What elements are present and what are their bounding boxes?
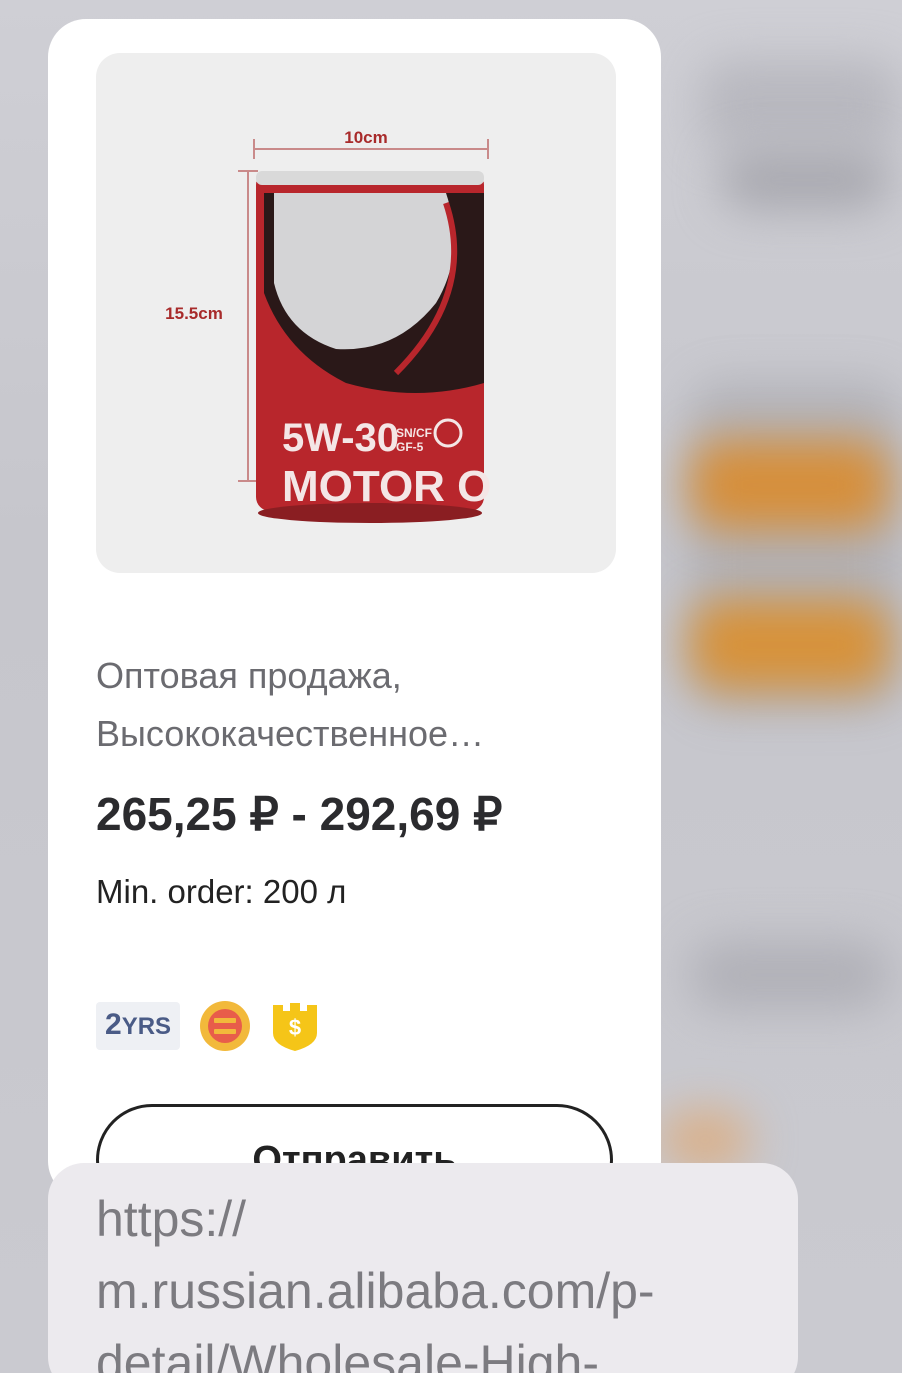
price-range: 265,25 ₽ - 292,69 ₽ <box>96 788 503 840</box>
link-url-line: https:// <box>96 1191 247 1247</box>
viscosity-label: 5W-30 <box>282 416 399 460</box>
blurred-shape <box>660 1110 750 1170</box>
link-preview-panel[interactable]: https:// m.russian.alibaba.com/p- detail… <box>48 1163 798 1373</box>
spec-label-top: SN/CF <box>396 426 432 440</box>
blurred-shape <box>690 940 890 1010</box>
blurred-shape <box>690 600 890 690</box>
product-preview-card[interactable]: 10cm 15.5cm 5W-30 SN/CF GF-5 MOTOR O Опт… <box>48 19 661 1199</box>
blurred-shape <box>700 60 900 150</box>
product-title-line: Оптовая продажа, <box>96 655 402 696</box>
supplier-badges: 2YRS $ <box>96 999 320 1053</box>
blurred-shape <box>690 440 890 530</box>
brand-label: MOTOR O <box>282 462 491 511</box>
link-url: https:// m.russian.alibaba.com/p- detail… <box>96 1183 756 1373</box>
oil-can-illustration: 10cm 15.5cm 5W-30 SN/CF GF-5 MOTOR O <box>165 128 491 523</box>
verified-supplier-icon <box>200 1001 251 1051</box>
product-title-line: Высококачественное… <box>96 713 485 754</box>
min-order: Min. order: 200 л <box>96 873 347 910</box>
link-url-line: detail/Wholesale-High- <box>96 1335 600 1373</box>
trade-assurance-icon: $ <box>273 1003 318 1051</box>
years-badge: 2YRS <box>96 1002 181 1050</box>
blurred-shape <box>720 150 890 210</box>
svg-text:$: $ <box>289 1015 301 1040</box>
height-label: 15.5cm <box>165 304 223 323</box>
link-url-line: m.russian.alibaba.com/p- <box>96 1263 655 1319</box>
years-number: 2 <box>105 1008 122 1041</box>
product-image[interactable]: 10cm 15.5cm 5W-30 SN/CF GF-5 MOTOR O <box>96 53 616 573</box>
years-suffix: YRS <box>121 1013 172 1040</box>
product-title[interactable]: Оптовая продажа, Высококачественное… <box>96 647 616 763</box>
can-rim <box>256 171 484 185</box>
spec-label-bottom: GF-5 <box>396 440 424 454</box>
width-label: 10cm <box>344 128 387 147</box>
